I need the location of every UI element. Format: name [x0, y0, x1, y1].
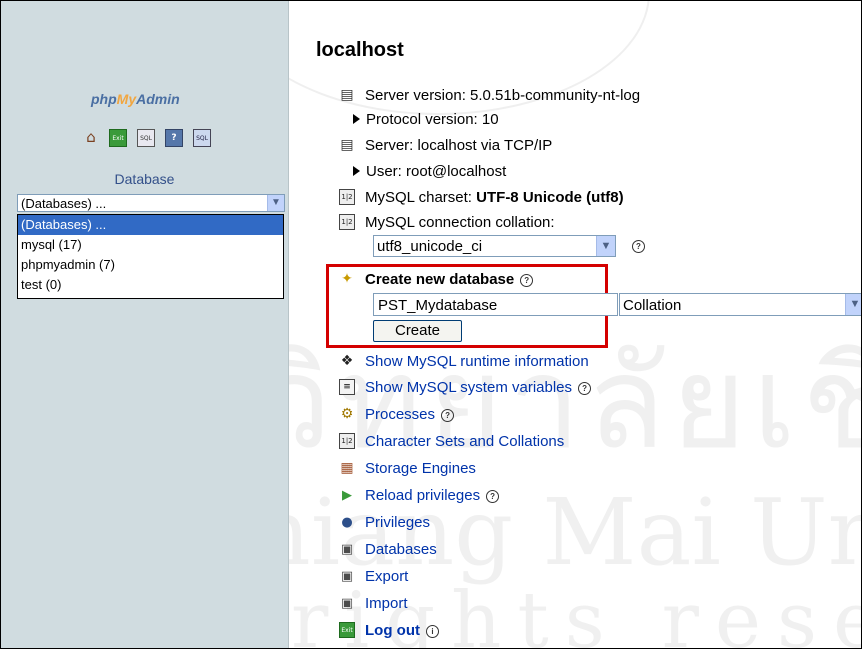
- storage-engines-icon: ▦: [340, 460, 354, 476]
- bullet-arrow-icon: [353, 166, 360, 176]
- exit-icon[interactable]: Exit: [109, 129, 127, 147]
- system-variables-icon: ≡: [339, 379, 355, 395]
- connection-collation-row: 1|2 MySQL connection collation:: [339, 214, 555, 231]
- help-icon[interactable]: ?: [578, 382, 592, 395]
- database-select-value: (Databases) ...: [21, 196, 107, 211]
- database-name-input[interactable]: PST_Mydatabase: [373, 293, 618, 316]
- new-database-icon: ✦: [341, 271, 353, 287]
- database-option-test[interactable]: test (0): [18, 275, 283, 295]
- help-icon[interactable]: ?: [520, 274, 534, 287]
- chevron-down-icon[interactable]: ▼: [596, 236, 615, 256]
- logout-row: Exit Log out i: [339, 622, 439, 639]
- phpmyadmin-logo[interactable]: phpMyAdmin: [91, 91, 180, 107]
- databases-icon: ▣: [340, 541, 354, 557]
- database-label: Database: [114, 171, 175, 187]
- processes-link[interactable]: Processes: [365, 406, 435, 423]
- main-content-frame: localhost ▤ Server version: 5.0.51b-comm…: [289, 1, 861, 648]
- databases-row: ▣ Databases: [339, 541, 437, 558]
- server-text: Server: localhost via TCP/IP: [365, 137, 553, 154]
- server-version-row: ▤ Server version: 5.0.51b-community-nt-l…: [339, 87, 640, 104]
- left-toolbar: ⌂ Exit SQL ? SQL: [83, 128, 211, 147]
- database-dropdown-list: (Databases) ... mysql (17) phpmyadmin (7…: [17, 214, 284, 299]
- server-version-text: Server version: 5.0.51b-community-nt-log: [365, 87, 641, 104]
- create-button[interactable]: Create: [373, 320, 462, 342]
- server-row: ▤ Server: localhost via TCP/IP: [339, 137, 552, 154]
- connection-collation-select[interactable]: utf8_unicode_ci ▼: [373, 235, 616, 257]
- processes-icon: ⚙: [340, 406, 354, 422]
- sql-docs-icon[interactable]: SQL: [193, 129, 211, 147]
- database-option-mysql[interactable]: mysql (17): [18, 235, 283, 255]
- user-row: User: root@localhost: [353, 163, 506, 180]
- charset-icon: 1|2: [339, 189, 355, 205]
- sql-query-icon[interactable]: SQL: [137, 129, 155, 147]
- database-select[interactable]: (Databases) ... ▼: [17, 194, 285, 212]
- help-icon[interactable]: ?: [165, 129, 183, 147]
- databases-link[interactable]: Databases: [365, 541, 437, 558]
- browser-frame: มหาวิทยาลัยเชียงใหม่ by Chiang Mai Unive…: [0, 0, 862, 649]
- export-icon: ▣: [340, 568, 354, 584]
- import-icon: ▣: [340, 595, 354, 611]
- storage-engines-row: ▦ Storage Engines: [339, 460, 476, 477]
- charsets-row: 1|2 Character Sets and Collations: [339, 433, 564, 450]
- left-navigation-frame: phpMyAdmin ⌂ Exit SQL ? SQL Database (Da…: [1, 1, 289, 648]
- charset-icon: 1|2: [339, 214, 355, 230]
- logout-link[interactable]: Log out: [365, 622, 420, 639]
- bullet-arrow-icon: [353, 114, 360, 124]
- protocol-version-text: Protocol version: 10: [366, 111, 499, 128]
- collation-select-value: Collation: [623, 297, 682, 314]
- logo-admin: Admin: [136, 91, 180, 107]
- privileges-link[interactable]: Privileges: [365, 514, 430, 531]
- info-icon[interactable]: i: [425, 625, 439, 638]
- charset-icon: 1|2: [339, 433, 355, 449]
- privileges-row: ● Privileges: [339, 514, 430, 531]
- exit-icon: Exit: [339, 622, 355, 638]
- runtime-info-link[interactable]: Show MySQL runtime information: [365, 353, 589, 370]
- help-icon[interactable]: ?: [441, 409, 455, 422]
- export-row: ▣ Export: [339, 568, 409, 585]
- charset-label: MySQL charset:: [365, 189, 477, 206]
- charsets-link[interactable]: Character Sets and Collations: [365, 433, 564, 450]
- logo-my: My: [116, 91, 137, 107]
- page-title: localhost: [316, 39, 404, 61]
- charset-value: UTF-8 Unicode (utf8): [476, 189, 624, 206]
- processes-row: ⚙ Processes?: [339, 406, 455, 423]
- runtime-info-icon: ❖: [340, 353, 354, 369]
- server-icon: ▤: [340, 137, 354, 153]
- charset-row: 1|2 MySQL charset: UTF-8 Unicode (utf8): [339, 189, 624, 206]
- database-option-all[interactable]: (Databases) ...: [18, 215, 283, 235]
- export-link[interactable]: Export: [365, 568, 408, 585]
- create-database-row: ✦ Create new database?: [339, 271, 534, 288]
- logo-php: php: [91, 91, 117, 107]
- reload-privileges-link[interactable]: Reload privileges: [365, 487, 480, 504]
- storage-engines-link[interactable]: Storage Engines: [365, 460, 476, 477]
- connection-collation-label: MySQL connection collation:: [365, 214, 555, 231]
- chevron-down-icon[interactable]: ▼: [267, 195, 284, 211]
- server-icon: ▤: [340, 87, 354, 103]
- import-row: ▣ Import: [339, 595, 408, 612]
- runtime-info-row: ❖ Show MySQL runtime information: [339, 353, 589, 370]
- connection-collation-value: utf8_unicode_ci: [377, 238, 483, 255]
- protocol-version-row: Protocol version: 10: [353, 111, 499, 128]
- chevron-down-icon[interactable]: ▼: [845, 294, 861, 315]
- help-icon[interactable]: ?: [632, 240, 645, 253]
- system-variables-link[interactable]: Show MySQL system variables: [365, 379, 572, 396]
- users-icon: ●: [341, 514, 353, 530]
- import-link[interactable]: Import: [365, 595, 408, 612]
- system-variables-row: ≡ Show MySQL system variables?: [339, 379, 592, 396]
- user-text: User: root@localhost: [366, 163, 507, 180]
- reload-privileges-row: ▶ Reload privileges?: [339, 487, 500, 504]
- database-option-phpmyadmin[interactable]: phpmyadmin (7): [18, 255, 283, 275]
- reload-icon: ▶: [342, 487, 352, 503]
- collation-select[interactable]: Collation ▼: [619, 293, 861, 316]
- help-icon[interactable]: ?: [486, 490, 500, 503]
- home-icon[interactable]: ⌂: [83, 128, 99, 146]
- create-database-label: Create new database: [365, 271, 515, 288]
